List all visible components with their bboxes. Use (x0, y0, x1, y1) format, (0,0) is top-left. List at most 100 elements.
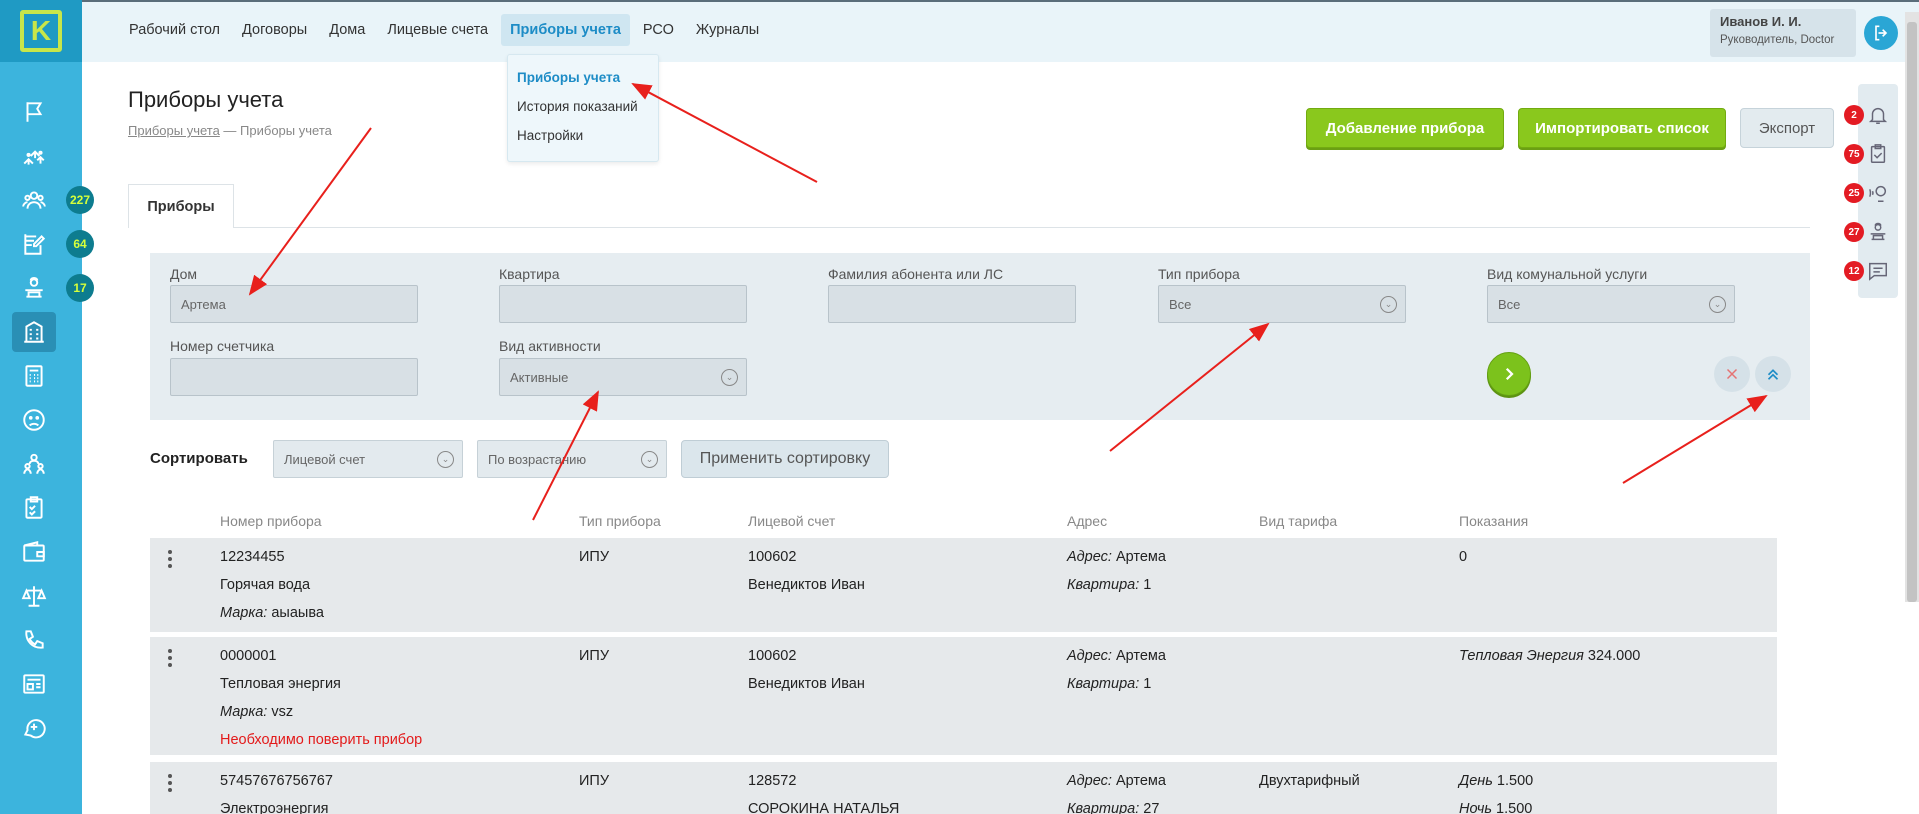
sidebar-item-dispatcher[interactable] (12, 268, 56, 308)
collapse-filter-button[interactable] (1755, 356, 1791, 392)
notification-operator-voice[interactable]: 25 (1844, 178, 1898, 208)
apartment: Квартира: 1 (1067, 577, 1151, 593)
address-label: Адрес: (1067, 773, 1112, 789)
sidebar-item-chat-plus[interactable] (12, 708, 56, 748)
sort-order-select[interactable]: По возрастанию ⌄ (477, 440, 667, 478)
column-header-account[interactable]: Лицевой счет (748, 513, 835, 529)
export-button[interactable]: Экспорт (1740, 108, 1834, 148)
sidebar-item-checklist[interactable] (12, 488, 56, 528)
sidebar-item-phone[interactable] (12, 620, 56, 660)
chevron-down-icon: ⌄ (641, 451, 658, 468)
reading-value: 1.500 (1496, 773, 1534, 789)
breadcrumb-current: Приборы учета (240, 123, 332, 138)
wallet-icon (23, 541, 45, 562)
table-row[interactable]: 0000001 Тепловая энергия Марка: vsz Необход… (150, 637, 1777, 755)
topnav-item[interactable]: Журналы (687, 14, 768, 46)
apartment-filter-input[interactable] (499, 285, 747, 323)
topnav-item[interactable]: Лицевые счета (378, 14, 497, 46)
breadcrumb-link[interactable]: Приборы учета (128, 123, 220, 138)
page-scrollbar[interactable] (1905, 12, 1919, 602)
sidebar-item-team[interactable] (12, 444, 56, 484)
apartment: Квартира: 27 (1067, 801, 1159, 814)
service-type-select[interactable]: Все ⌄ (1487, 285, 1735, 323)
topnav-item[interactable]: Дома (320, 14, 374, 46)
column-header-address[interactable]: Адрес (1067, 513, 1107, 529)
dropdown-item[interactable]: Настройки (508, 125, 658, 154)
notification-count-badge: 2 (1844, 105, 1864, 125)
sidebar-item-sad-face[interactable] (12, 400, 56, 440)
row-menu-icon[interactable] (168, 649, 174, 667)
topnav-item[interactable]: Приборы учета (501, 14, 630, 46)
chevron-down-icon: ⌄ (1709, 296, 1726, 313)
activity-select[interactable]: Активные ⌄ (499, 358, 747, 396)
chat-plus-icon (23, 719, 46, 739)
dispatcher-icon (1870, 222, 1886, 241)
logout-icon (1875, 25, 1888, 41)
sidebar-item-houses[interactable] (12, 136, 56, 176)
device-resource: Горячая вода (220, 577, 311, 593)
apply-filter-button[interactable] (1487, 352, 1531, 396)
sidebar-item-scales[interactable] (12, 576, 56, 616)
scrollbar-thumb[interactable] (1907, 22, 1917, 602)
team-icon (23, 453, 45, 474)
filter-panel: Дом Артема Квартира Фамилия абонента или… (150, 253, 1810, 420)
notification-message[interactable]: 12 (1844, 256, 1898, 286)
account-number[interactable]: 100602 (748, 648, 796, 664)
user-profile[interactable]: Иванов И. И. Руководитель, Doctor (1710, 9, 1856, 57)
sidebar-item-edit-document[interactable] (12, 224, 56, 264)
sidebar-item-wallet[interactable] (12, 532, 56, 572)
activity-filter-label: Вид активности (499, 338, 601, 354)
logo-mark: K (20, 10, 62, 52)
sidebar-item-calculator[interactable] (12, 356, 56, 396)
chevron-right-icon (1505, 367, 1514, 381)
house-filter-label: Дом (170, 266, 198, 282)
dropdown-item[interactable]: Приборы учета (508, 67, 658, 96)
device-resource: Тепловая энергия (220, 676, 341, 692)
clear-filter-button[interactable] (1714, 356, 1750, 392)
apply-sort-button[interactable]: Применить сортировку (681, 440, 889, 478)
sort-order-value: По возрастанию (488, 451, 587, 467)
row-menu-icon[interactable] (168, 550, 174, 568)
breadcrumb-separator: — (219, 123, 241, 138)
address-value: Артема (1115, 773, 1166, 789)
add-device-button[interactable]: Добавление прибора (1306, 108, 1504, 148)
topnav-item[interactable]: Рабочий стол (120, 14, 229, 46)
sidebar-item-newspaper[interactable] (12, 664, 56, 704)
logo[interactable]: K (0, 0, 82, 62)
account-number[interactable]: 100602 (748, 549, 796, 565)
device-type-filter-label: Тип прибора (1158, 266, 1240, 282)
column-header-readings[interactable]: Показания (1459, 513, 1528, 529)
account-number[interactable]: 128572 (748, 773, 796, 789)
brand-label: Марка: (220, 704, 268, 720)
reading-label: Тепловая Энергия (1459, 648, 1584, 664)
meter-number-input[interactable] (170, 358, 418, 396)
row-menu-icon[interactable] (168, 774, 174, 792)
column-header-type[interactable]: Тип прибора (579, 513, 661, 529)
table-row[interactable]: 12234455 Горячая вода Марка: аыаыва ИПУ 1006… (150, 538, 1777, 632)
notification-clipboard-check[interactable]: 75 (1844, 139, 1898, 169)
sort-field-select[interactable]: Лицевой счет ⌄ (273, 440, 463, 478)
sidebar-item-building[interactable] (12, 312, 56, 352)
meter-number-filter-label: Номер счетчика (170, 338, 275, 354)
topnav-item[interactable]: РСО (634, 14, 683, 46)
sidebar-item-flag[interactable] (12, 92, 56, 132)
notification-dispatcher[interactable]: 27 (1844, 217, 1898, 247)
reading-label: День (1459, 773, 1493, 789)
house-filter-input[interactable]: Артема (170, 285, 418, 323)
column-header-tariff[interactable]: Вид тарифа (1259, 513, 1337, 529)
import-list-button[interactable]: Импортировать список (1518, 108, 1726, 148)
bell-icon (1868, 107, 1888, 124)
column-header-number[interactable]: Номер прибора (220, 513, 322, 529)
sidebar-badge: 64 (66, 230, 94, 258)
notification-bell[interactable]: 2 (1844, 100, 1898, 130)
user-role: Руководитель, Doctor (1720, 34, 1835, 46)
device-type-select[interactable]: Все ⌄ (1158, 285, 1406, 323)
apartment-value: 1 (1143, 577, 1152, 593)
logout-button[interactable] (1864, 16, 1898, 50)
table-row[interactable]: 57457676756767 Электроэнергия ИПУ 128572 СОР… (150, 762, 1777, 814)
sidebar-item-people-group[interactable] (12, 180, 56, 220)
surname-filter-input[interactable] (828, 285, 1076, 323)
dropdown-item[interactable]: История показаний (508, 96, 658, 125)
topnav-item[interactable]: Договоры (233, 14, 316, 46)
tab-devices[interactable]: Приборы (128, 184, 234, 228)
